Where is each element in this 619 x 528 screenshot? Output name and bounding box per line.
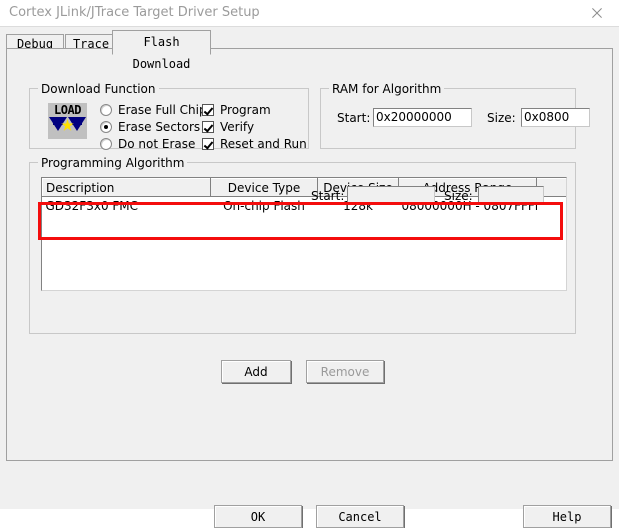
checkbox-program[interactable]: Program — [202, 101, 271, 118]
cancel-button[interactable]: Cancel — [316, 505, 404, 528]
download-function-group: Download Function LOAD Erase Full Chip E… — [29, 82, 309, 152]
load-icon-text: LOAD — [54, 103, 81, 117]
radio-indicator — [100, 103, 112, 116]
checkbox-verify[interactable]: Verify — [202, 118, 254, 135]
download-function-legend: Download Function — [38, 82, 159, 96]
cell-device-type: On-chip Flash — [223, 199, 305, 213]
radio-indicator — [100, 137, 112, 150]
ram-size-input[interactable]: 0x0800 — [521, 108, 590, 127]
ram-start-label: Start: — [337, 111, 371, 125]
radio-label: Erase Sectors — [118, 119, 201, 134]
checkbox-label: Verify — [220, 119, 255, 134]
checkbox-indicator — [202, 120, 214, 133]
algorithm-start-input[interactable] — [347, 186, 435, 205]
programming-algorithm-legend: Programming Algorithm — [38, 156, 188, 170]
column-header-device-type[interactable]: Device Type — [210, 178, 318, 197]
cell-description: GD32F3x0 FMC — [45, 199, 139, 213]
ok-button[interactable]: OK — [214, 505, 302, 528]
help-button[interactable]: Help — [523, 505, 611, 528]
radio-erase-full-chip[interactable]: Erase Full Chip — [100, 101, 207, 118]
checkbox-indicator — [202, 103, 214, 116]
flash-download-panel: Download Function LOAD Erase Full Chip E… — [6, 48, 613, 461]
radio-do-not-erase[interactable]: Do not Erase — [100, 135, 195, 152]
radio-indicator — [100, 120, 112, 133]
tab-flash-download[interactable]: Flash Download — [112, 30, 211, 71]
ram-start-input[interactable]: 0x20000000 — [373, 108, 472, 127]
close-icon — [590, 7, 603, 20]
checkbox-indicator — [202, 137, 214, 150]
radio-erase-sectors[interactable]: Erase Sectors — [100, 118, 200, 135]
load-icon-arrows — [49, 117, 86, 139]
window-close-button[interactable] — [574, 0, 619, 26]
checkbox-label: Program — [220, 102, 271, 117]
driver-setup-dialog: Debug Trace Flash Download Download Func… — [0, 26, 619, 528]
checkbox-label: Reset and Run — [220, 136, 307, 151]
radio-label: Erase Full Chip — [118, 102, 207, 117]
load-flash-icon: LOAD — [48, 103, 87, 139]
window-titlebar: Cortex JLink/JTrace Target Driver Setup — [0, 0, 619, 26]
ram-size-label: Size: — [487, 111, 516, 125]
column-header-description[interactable]: Description — [42, 178, 211, 197]
algorithm-size-input[interactable] — [478, 186, 544, 205]
window-title: Cortex JLink/JTrace Target Driver Setup — [9, 5, 260, 20]
ram-for-algorithm-legend: RAM for Algorithm — [329, 82, 445, 96]
ram-for-algorithm-group: RAM for Algorithm Start: 0x20000000 Size… — [320, 82, 590, 149]
checkbox-reset-and-run[interactable]: Reset and Run — [202, 135, 307, 152]
remove-button: Remove — [306, 360, 384, 383]
algorithm-start-label: Start: — [311, 189, 345, 203]
radio-label: Do not Erase — [118, 136, 196, 151]
add-button[interactable]: Add — [221, 360, 291, 383]
algorithm-size-label: Size: — [444, 189, 473, 203]
